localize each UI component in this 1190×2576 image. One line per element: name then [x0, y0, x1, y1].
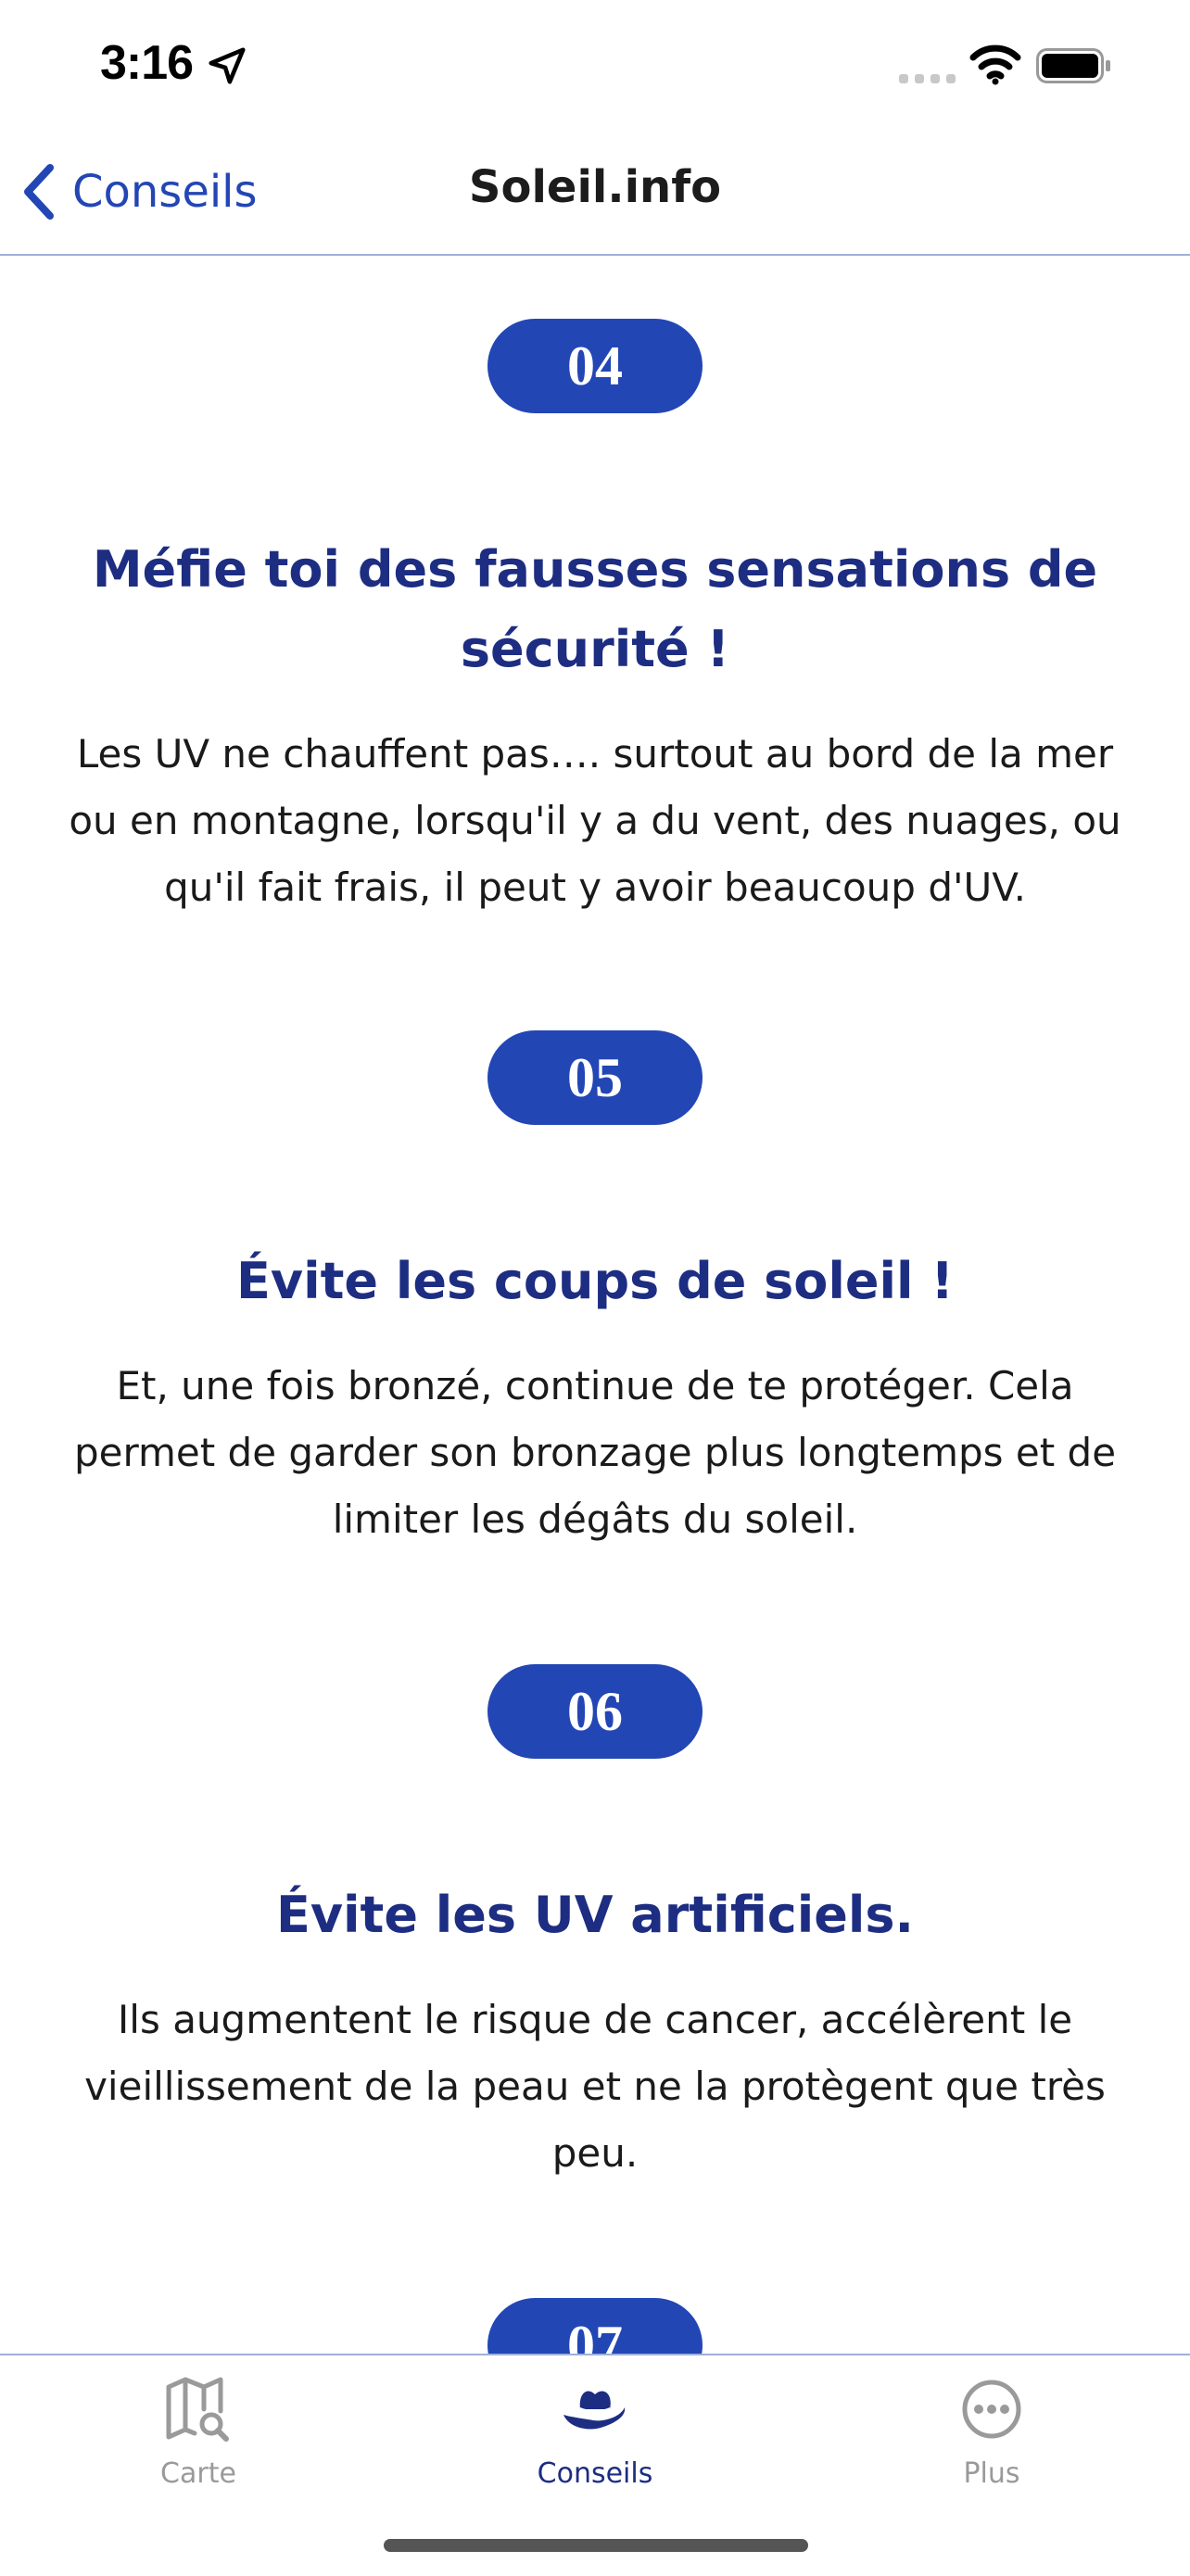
tab-label: Plus — [963, 2457, 1020, 2490]
tab-label: Carte — [160, 2457, 236, 2490]
home-indicator[interactable] — [384, 2539, 808, 2552]
tip-number-badge: 04 — [487, 319, 703, 413]
tip-title: Évite les UV artificiels. — [275, 1886, 915, 1944]
wifi-icon — [969, 44, 1021, 85]
map-search-icon — [166, 2377, 229, 2442]
status-bar: 3:16 — [0, 0, 1190, 130]
location-arrow-icon — [209, 47, 246, 84]
more-icon — [962, 2380, 1021, 2439]
tip-card: 04 Méfie toi des fausses sensations de s… — [0, 319, 1190, 921]
tab-carte[interactable]: Carte — [59, 2374, 337, 2490]
tip-title: Évite les coups de soleil ! — [236, 1252, 954, 1310]
tip-number-badge: 05 — [487, 1030, 703, 1125]
tab-plus[interactable]: Plus — [853, 2374, 1131, 2490]
tip-text: Ils augmentent le risque de cancer, accé… — [84, 1997, 1106, 2176]
tip-number-badge: 06 — [487, 1664, 703, 1759]
tab-label: Conseils — [537, 2457, 653, 2490]
page-title: Soleil.info — [468, 161, 722, 213]
tip-card: 05 Évite les coups de soleil ! Et, une f… — [0, 1030, 1190, 1553]
tab-conseils[interactable]: Conseils — [456, 2374, 734, 2490]
hat-icon — [563, 2391, 626, 2430]
navigation-bar: Conseils Soleil.info — [0, 130, 1190, 256]
cellular-signal-icon — [899, 74, 956, 83]
status-time: 3:16 — [100, 36, 194, 90]
tip-card: 07 — [0, 2298, 1190, 2354]
tip-card: 06 Évite les UV artificiels. Ils augment… — [0, 1664, 1190, 2187]
tip-title: Méfie toi des fausses sensations de sécu… — [92, 540, 1098, 678]
tips-scroll-view[interactable]: 04 Méfie toi des fausses sensations de s… — [0, 256, 1190, 2354]
tip-text: Et, une fois bronzé, continue de te prot… — [73, 1363, 1117, 1542]
tip-text: Les UV ne chauffent pas…. surtout au bor… — [69, 731, 1121, 910]
battery-icon — [1036, 48, 1110, 83]
tip-number-badge: 07 — [487, 2298, 703, 2354]
